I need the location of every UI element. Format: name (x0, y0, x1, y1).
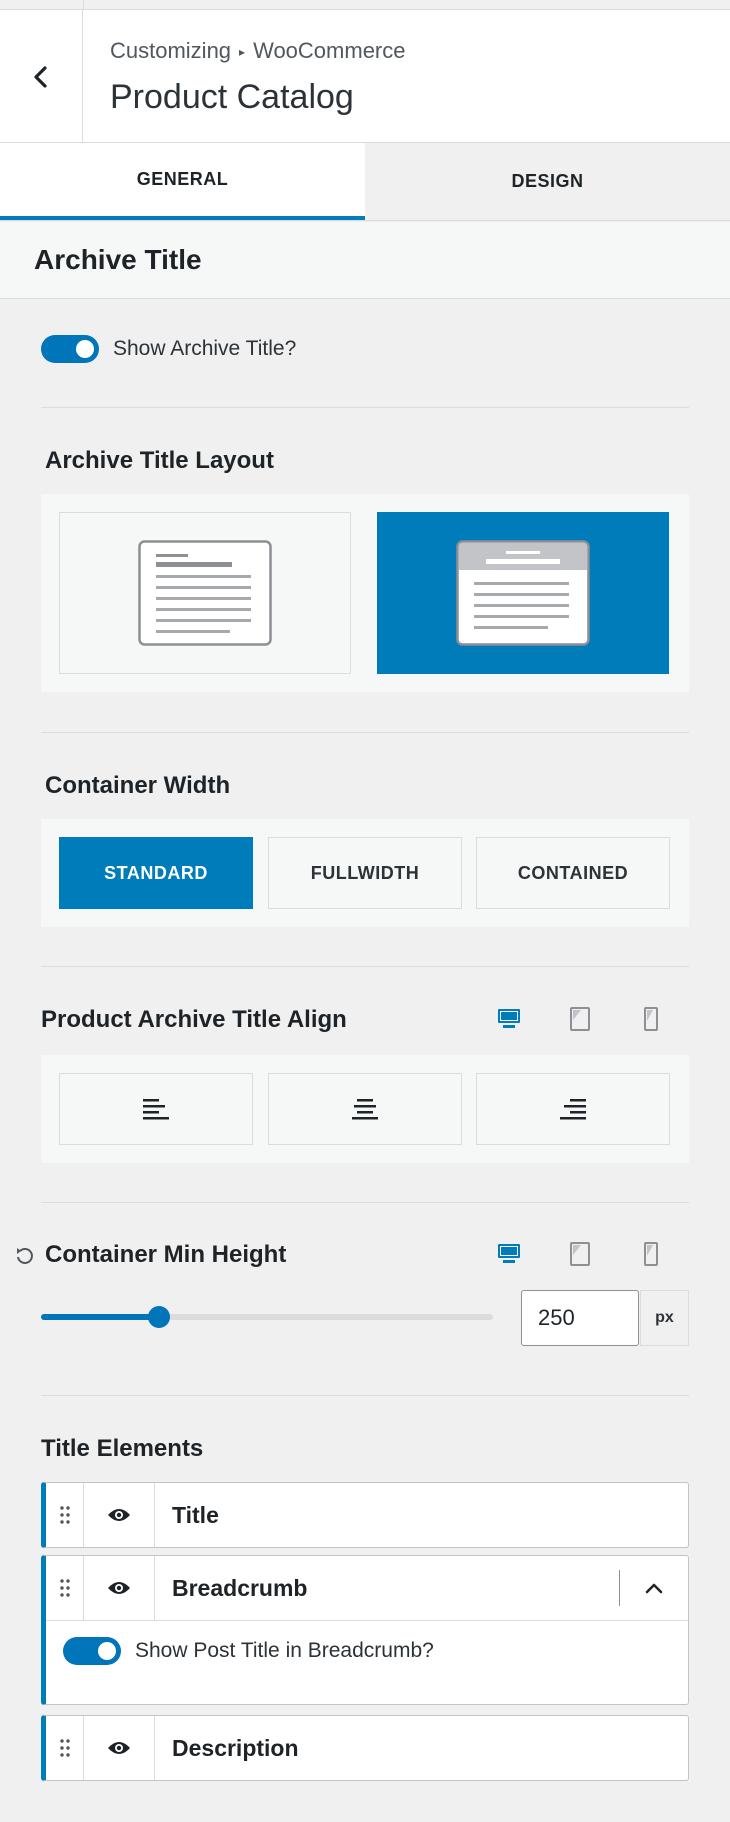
divider (41, 1395, 689, 1396)
layout-above-icon (456, 540, 590, 646)
top-strip (0, 0, 730, 10)
desktop-icon[interactable] (496, 1006, 522, 1032)
title-element-description: Description (41, 1715, 689, 1781)
drag-handle-icon[interactable] (46, 1716, 84, 1780)
section-title: Archive Title (0, 222, 730, 299)
align-right-icon (560, 1099, 586, 1120)
breadcrumb-section: WooCommerce (253, 38, 406, 63)
min-height-label: Container Min Height (45, 1241, 287, 1268)
visibility-toggle[interactable] (84, 1556, 155, 1620)
container-width-standard-button[interactable]: STANDARD (59, 837, 253, 909)
top-strip-divider (83, 0, 84, 10)
divider (41, 966, 689, 967)
align-right-button[interactable] (476, 1073, 670, 1145)
divider (41, 407, 689, 408)
mobile-icon[interactable] (638, 1006, 664, 1032)
show-archive-title-toggle[interactable] (41, 335, 99, 363)
archive-title-layout-label: Archive Title Layout (45, 447, 274, 474)
breadcrumb-parent: Customizing (110, 38, 232, 63)
desktop-icon[interactable] (496, 1241, 522, 1267)
visibility-toggle[interactable] (84, 1716, 155, 1780)
eye-icon (108, 1509, 130, 1521)
align-center-icon (352, 1099, 378, 1120)
align-left-icon (143, 1099, 169, 1120)
layout-option-above[interactable] (377, 512, 669, 674)
show-post-title-label: Show Post Title in Breadcrumb? (135, 1639, 434, 1662)
container-width-options: STANDARD FULLWIDTH CONTAINED (41, 819, 689, 927)
back-button[interactable] (0, 10, 83, 143)
element-name: Title (172, 1501, 219, 1528)
title-align-label: Product Archive Title Align (41, 1006, 347, 1033)
title-element-breadcrumb: Breadcrumb Show Post Title in Breadcrumb… (41, 1555, 689, 1705)
tab-bar: GENERAL DESIGN (0, 143, 730, 221)
customizer-header: Customizing ▸ WooCommerce Product Catalog (0, 10, 730, 143)
title-element-title: Title (41, 1482, 689, 1548)
element-name: Breadcrumb (172, 1574, 308, 1601)
container-width-fullwidth-button[interactable]: FULLWIDTH (268, 837, 462, 909)
eye-icon (108, 1582, 130, 1594)
container-width-label: Container Width (45, 772, 231, 799)
reset-icon[interactable] (12, 1243, 38, 1269)
chevron-left-icon (34, 65, 47, 88)
collapse-button[interactable] (620, 1556, 688, 1620)
breadcrumb: Customizing ▸ WooCommerce (110, 38, 406, 64)
slider-thumb[interactable] (147, 1306, 170, 1328)
breadcrumb-options: Show Post Title in Breadcrumb? (46, 1620, 688, 1704)
toggle-knob (98, 1642, 116, 1660)
layout-normal-icon (138, 540, 272, 646)
tablet-icon[interactable] (567, 1006, 593, 1032)
divider (41, 1202, 689, 1203)
element-name: Description (172, 1734, 299, 1761)
archive-title-layout-options (41, 494, 689, 692)
breadcrumb-separator: ▸ (239, 45, 246, 59)
min-height-unit[interactable]: px (640, 1290, 689, 1346)
align-left-button[interactable] (59, 1073, 253, 1145)
title-elements-label: Title Elements (41, 1435, 204, 1462)
drag-handle-icon[interactable] (46, 1556, 84, 1620)
show-archive-title-label: Show Archive Title? (113, 337, 297, 360)
min-height-input[interactable]: 250 (521, 1290, 639, 1346)
chevron-up-icon (645, 1583, 663, 1594)
tab-design[interactable]: DESIGN (365, 143, 730, 220)
layout-option-normal[interactable] (59, 512, 351, 674)
tab-general[interactable]: GENERAL (0, 143, 365, 220)
container-width-contained-button[interactable]: CONTAINED (476, 837, 670, 909)
drag-handle-icon[interactable] (46, 1483, 84, 1547)
visibility-toggle[interactable] (84, 1483, 155, 1547)
show-post-title-toggle[interactable] (63, 1637, 121, 1665)
align-center-button[interactable] (268, 1073, 462, 1145)
title-align-options (41, 1055, 689, 1163)
mobile-icon[interactable] (638, 1241, 664, 1267)
eye-icon (108, 1742, 130, 1754)
min-height-slider[interactable] (41, 1306, 493, 1328)
tablet-icon[interactable] (567, 1241, 593, 1267)
slider-fill (41, 1314, 159, 1320)
toggle-knob (76, 340, 94, 358)
page-title: Product Catalog (110, 78, 354, 116)
divider (41, 732, 689, 733)
